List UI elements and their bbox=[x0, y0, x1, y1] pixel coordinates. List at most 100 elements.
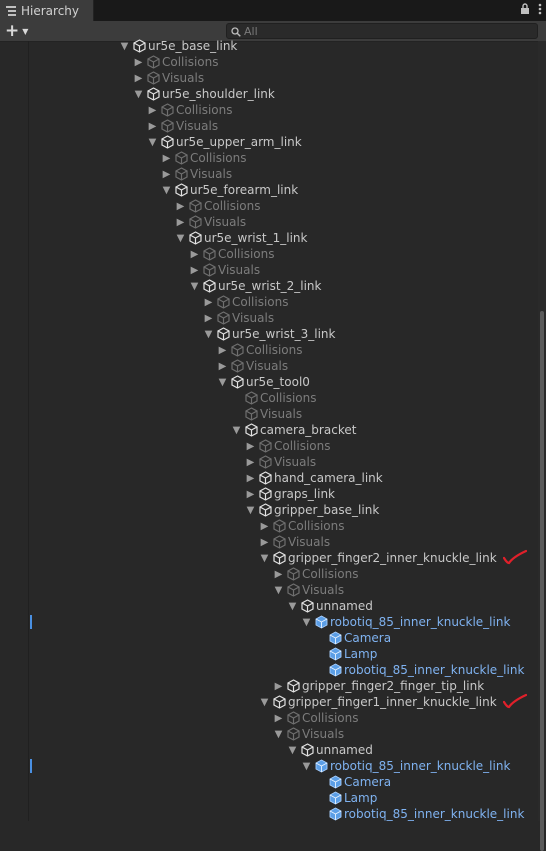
tree-row[interactable]: ▶ hand_camera_link bbox=[0, 470, 538, 486]
tree-row[interactable]: ▶ Collisions bbox=[0, 710, 538, 726]
tree-row[interactable]: ▼ ur5e_forearm_link bbox=[0, 182, 538, 198]
expanded-arrow-icon[interactable]: ▼ bbox=[272, 729, 285, 740]
collapsed-arrow-icon[interactable]: ▶ bbox=[258, 521, 271, 532]
tree-row[interactable]: ▶ Collisions bbox=[0, 102, 538, 118]
collapsed-arrow-icon[interactable]: ▶ bbox=[174, 217, 187, 228]
expanded-arrow-icon[interactable]: ▼ bbox=[174, 233, 187, 244]
tree-row[interactable]: ▼ ur5e_wrist_3_link bbox=[0, 326, 538, 342]
tree-row[interactable]: ▼ ur5e_wrist_1_link bbox=[0, 230, 538, 246]
collapsed-arrow-icon[interactable]: ▶ bbox=[244, 457, 257, 468]
expanded-arrow-icon[interactable]: ▼ bbox=[146, 137, 159, 148]
expanded-arrow-icon[interactable]: ▼ bbox=[286, 601, 299, 612]
collapsed-arrow-icon[interactable]: ▶ bbox=[216, 345, 229, 356]
collapsed-arrow-icon[interactable]: ▶ bbox=[244, 489, 257, 500]
collapsed-arrow-icon[interactable]: ▶ bbox=[160, 169, 173, 180]
collapsed-arrow-icon[interactable]: ▶ bbox=[188, 249, 201, 260]
collapsed-arrow-icon[interactable]: ▶ bbox=[146, 121, 159, 132]
tree-row[interactable]: ▶ Collisions bbox=[0, 54, 538, 70]
tree-row[interactable]: ▼ ur5e_wrist_2_link bbox=[0, 278, 538, 294]
tree-row[interactable]: Visuals bbox=[0, 406, 538, 422]
lock-icon[interactable] bbox=[520, 3, 530, 18]
tree-row[interactable]: ▼ unnamed bbox=[0, 742, 538, 758]
tree-row[interactable]: ▼ unnamed bbox=[0, 598, 538, 614]
tree-row[interactable]: ▶ Visuals bbox=[0, 262, 538, 278]
collapsed-arrow-icon[interactable]: ▶ bbox=[272, 681, 285, 692]
tree-row[interactable]: ▶ Visuals bbox=[0, 310, 538, 326]
tree-row[interactable]: ▶ Collisions bbox=[0, 150, 538, 166]
collapsed-arrow-icon[interactable]: ▶ bbox=[174, 201, 187, 212]
tree-row[interactable]: ▶ gripper_finger2_finger_tip_link bbox=[0, 678, 538, 694]
tree-row[interactable]: ▶ Visuals bbox=[0, 214, 538, 230]
expanded-arrow-icon[interactable]: ▼ bbox=[258, 697, 271, 708]
tree-row[interactable]: ▶ Collisions bbox=[0, 342, 538, 358]
tree-row[interactable]: ▶ Visuals bbox=[0, 454, 538, 470]
expanded-arrow-icon[interactable]: ▼ bbox=[118, 41, 131, 52]
tree-row[interactable]: ▼ robotiq_85_inner_knuckle_link bbox=[0, 614, 538, 630]
tree-row[interactable]: robotiq_85_inner_knuckle_link bbox=[0, 662, 538, 678]
collapsed-arrow-icon[interactable]: ▶ bbox=[244, 441, 257, 452]
collapsed-arrow-icon[interactable]: ▶ bbox=[146, 105, 159, 116]
tree-row[interactable]: Camera bbox=[0, 774, 538, 790]
vertical-scrollbar[interactable] bbox=[538, 41, 546, 851]
collapsed-arrow-icon[interactable]: ▶ bbox=[216, 361, 229, 372]
tree-row[interactable]: ▼ ur5e_base_link bbox=[0, 38, 538, 54]
tree-row[interactable]: Camera bbox=[0, 630, 538, 646]
expanded-arrow-icon[interactable]: ▼ bbox=[272, 585, 285, 596]
tree-row[interactable]: ▶ Collisions bbox=[0, 518, 538, 534]
tree-row[interactable]: robotiq_85_inner_knuckle_link bbox=[0, 806, 538, 822]
expanded-arrow-icon[interactable]: ▼ bbox=[230, 425, 243, 436]
tree-row[interactable]: ▼ Visuals bbox=[0, 726, 538, 742]
collapsed-arrow-icon[interactable]: ▶ bbox=[272, 569, 285, 580]
tree-row[interactable]: ▼ ur5e_tool0 bbox=[0, 374, 538, 390]
collapsed-arrow-icon[interactable]: ▶ bbox=[258, 537, 271, 548]
scrollbar-thumb[interactable] bbox=[540, 311, 544, 851]
tree-row[interactable]: ▶ graps_link bbox=[0, 486, 538, 502]
collapsed-arrow-icon[interactable]: ▶ bbox=[244, 473, 257, 484]
collapsed-arrow-icon[interactable]: ▶ bbox=[132, 73, 145, 84]
search-input[interactable] bbox=[244, 24, 524, 38]
expanded-arrow-icon[interactable]: ▼ bbox=[188, 281, 201, 292]
expanded-arrow-icon[interactable]: ▼ bbox=[160, 185, 173, 196]
collapsed-arrow-icon[interactable]: ▶ bbox=[272, 713, 285, 724]
collapsed-arrow-icon[interactable]: ▶ bbox=[132, 57, 145, 68]
tree-row[interactable]: ▼ gripper_finger2_inner_knuckle_link bbox=[0, 549, 538, 566]
search-box[interactable] bbox=[226, 23, 538, 39]
tree-row[interactable]: ▶ Visuals bbox=[0, 358, 538, 374]
tree-row[interactable]: ▶ Visuals bbox=[0, 166, 538, 182]
tree-row[interactable]: ▼ robotiq_85_inner_knuckle_link bbox=[0, 758, 538, 774]
tree-row[interactable]: ▶ Visuals bbox=[0, 70, 538, 86]
tree-row[interactable]: ▼ Visuals bbox=[0, 582, 538, 598]
tree-row[interactable]: ▶ Collisions bbox=[0, 294, 538, 310]
collapsed-arrow-icon[interactable]: ▶ bbox=[188, 265, 201, 276]
tree-row[interactable]: ▶ Visuals bbox=[0, 534, 538, 550]
gameobject-icon bbox=[271, 695, 287, 710]
tree-row[interactable]: ▶ Collisions bbox=[0, 438, 538, 454]
tree-row[interactable]: Collisions bbox=[0, 390, 538, 406]
expanded-arrow-icon[interactable]: ▼ bbox=[216, 377, 229, 388]
tree-row[interactable]: ▶ Collisions bbox=[0, 246, 538, 262]
tree-row[interactable]: ▼ ur5e_shoulder_link bbox=[0, 86, 538, 102]
expanded-arrow-icon[interactable]: ▼ bbox=[132, 89, 145, 100]
expanded-arrow-icon[interactable]: ▼ bbox=[258, 553, 271, 564]
kebab-menu-icon[interactable] bbox=[538, 3, 542, 18]
collapsed-arrow-icon[interactable]: ▶ bbox=[202, 313, 215, 324]
tree-row[interactable]: ▼ ur5e_upper_arm_link bbox=[0, 134, 538, 150]
gameobject-icon bbox=[257, 487, 273, 502]
tree-row[interactable]: ▶ Collisions bbox=[0, 566, 538, 582]
tree-row[interactable]: ▶ Visuals bbox=[0, 118, 538, 134]
expanded-arrow-icon[interactable]: ▼ bbox=[202, 329, 215, 340]
collapsed-arrow-icon[interactable]: ▶ bbox=[202, 297, 215, 308]
gameobject-icon bbox=[201, 247, 217, 262]
tab-hierarchy[interactable]: Hierarchy bbox=[0, 0, 94, 21]
collapsed-arrow-icon[interactable]: ▶ bbox=[160, 153, 173, 164]
tree-row[interactable]: ▼ gripper_base_link bbox=[0, 502, 538, 518]
tree-row[interactable]: ▼ camera_bracket bbox=[0, 422, 538, 438]
tree-row[interactable]: ▼ gripper_finger1_inner_knuckle_link bbox=[0, 693, 538, 710]
tree-row[interactable]: Lamp bbox=[0, 790, 538, 806]
expanded-arrow-icon[interactable]: ▼ bbox=[244, 505, 257, 516]
tree-row[interactable]: ▶ Collisions bbox=[0, 198, 538, 214]
tree-row[interactable]: Lamp bbox=[0, 646, 538, 662]
expanded-arrow-icon[interactable]: ▼ bbox=[300, 761, 313, 772]
expanded-arrow-icon[interactable]: ▼ bbox=[286, 745, 299, 756]
expanded-arrow-icon[interactable]: ▼ bbox=[300, 617, 313, 628]
